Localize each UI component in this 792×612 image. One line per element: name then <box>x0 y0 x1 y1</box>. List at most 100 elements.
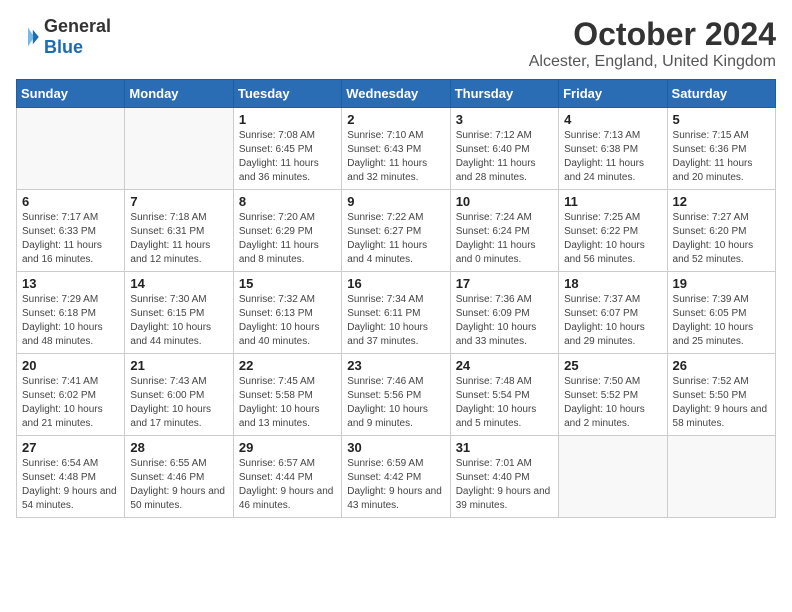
day-number: 2 <box>347 112 444 127</box>
day-number: 15 <box>239 276 336 291</box>
day-info: Sunrise: 7:30 AMSunset: 6:15 PMDaylight:… <box>130 293 227 349</box>
day-number: 20 <box>22 358 119 373</box>
calendar-day-cell: 5 Sunrise: 7:15 AMSunset: 6:36 PMDaylight… <box>667 108 775 190</box>
day-info: Sunrise: 7:48 AMSunset: 5:54 PMDaylight:… <box>456 375 553 431</box>
day-info: Sunrise: 7:32 AMSunset: 6:13 PMDaylight:… <box>239 293 336 349</box>
calendar-week-row: 27 Sunrise: 6:54 AMSunset: 4:48 PMDayligh… <box>17 436 776 518</box>
location-title: Alcester, England, United Kingdom <box>529 53 776 71</box>
day-info: Sunrise: 7:13 AMSunset: 6:38 PMDaylight:… <box>564 129 661 185</box>
day-number: 11 <box>564 194 661 209</box>
day-number: 12 <box>673 194 770 209</box>
day-info: Sunrise: 7:20 AMSunset: 6:29 PMDaylight:… <box>239 211 336 267</box>
day-info: Sunrise: 6:54 AMSunset: 4:48 PMDaylight:… <box>22 457 119 513</box>
day-info: Sunrise: 7:39 AMSunset: 6:05 PMDaylight:… <box>673 293 770 349</box>
calendar-day-cell <box>559 436 667 518</box>
weekday-header: Thursday <box>450 80 558 108</box>
day-info: Sunrise: 6:59 AMSunset: 4:42 PMDaylight:… <box>347 457 444 513</box>
calendar-header-row: SundayMondayTuesdayWednesdayThursdayFrid… <box>17 80 776 108</box>
calendar-day-cell: 16Sunrise: 7:34 AMSunset: 6:11 PMDayligh… <box>342 272 450 354</box>
day-number: 23 <box>347 358 444 373</box>
calendar-day-cell: 1Sunrise: 7:08 AMSunset: 6:45 PMDaylight… <box>233 108 341 190</box>
logo-blue: Blue <box>44 37 83 57</box>
day-number: 7 <box>130 194 227 209</box>
calendar-day-cell: 10Sunrise: 7:24 AMSunset: 6:24 PMDayligh… <box>450 190 558 272</box>
weekday-header: Tuesday <box>233 80 341 108</box>
day-number: 13 <box>22 276 119 291</box>
day-number: 14 <box>130 276 227 291</box>
day-info: Sunrise: 7:50 AMSunset: 5:52 PMDaylight:… <box>564 375 661 431</box>
day-number: 25 <box>564 358 661 373</box>
day-info: Sunrise: 7:15 AMSunset: 6:36 PMDaylight:… <box>673 129 770 185</box>
day-number: 16 <box>347 276 444 291</box>
calendar-day-cell: 18Sunrise: 7:37 AMSunset: 6:07 PMDayligh… <box>559 272 667 354</box>
day-info: Sunrise: 7:45 AMSunset: 5:58 PMDaylight:… <box>239 375 336 431</box>
calendar-day-cell <box>667 436 775 518</box>
calendar-body: 1Sunrise: 7:08 AMSunset: 6:45 PMDaylight… <box>17 108 776 518</box>
calendar-day-cell: 21 Sunrise: 7:43 AMSunset: 6:00 PMDayligh… <box>125 354 233 436</box>
day-number: 19 <box>673 276 770 291</box>
logo: General Blue <box>16 16 111 58</box>
calendar-day-cell: 2Sunrise: 7:10 AMSunset: 6:43 PMDaylight… <box>342 108 450 190</box>
calendar-day-cell: 28 Sunrise: 6:55 AMSunset: 4:46 PMDayligh… <box>125 436 233 518</box>
day-number: 3 <box>456 112 553 127</box>
calendar-week-row: 1Sunrise: 7:08 AMSunset: 6:45 PMDaylight… <box>17 108 776 190</box>
day-info: Sunrise: 7:27 AMSunset: 6:20 PMDaylight:… <box>673 211 770 267</box>
weekday-header: Wednesday <box>342 80 450 108</box>
day-number: 24 <box>456 358 553 373</box>
page-header: General Blue October 2024 Alcester, Engl… <box>16 16 776 71</box>
calendar-day-cell <box>17 108 125 190</box>
logo-icon <box>16 25 40 49</box>
calendar-day-cell: 22 Sunrise: 7:45 AMSunset: 5:58 PMDayligh… <box>233 354 341 436</box>
calendar-day-cell <box>125 108 233 190</box>
day-number: 4 <box>564 112 661 127</box>
calendar-day-cell: 11 Sunrise: 7:25 AMSunset: 6:22 PMDayligh… <box>559 190 667 272</box>
calendar-week-row: 20 Sunrise: 7:41 AMSunset: 6:02 PMDayligh… <box>17 354 776 436</box>
day-number: 27 <box>22 440 119 455</box>
day-info: Sunrise: 7:22 AMSunset: 6:27 PMDaylight:… <box>347 211 444 267</box>
title-block: October 2024 Alcester, England, United K… <box>529 16 776 71</box>
day-info: Sunrise: 7:25 AMSunset: 6:22 PMDaylight:… <box>564 211 661 267</box>
day-info: Sunrise: 7:41 AMSunset: 6:02 PMDaylight:… <box>22 375 119 431</box>
calendar-day-cell: 9 Sunrise: 7:22 AMSunset: 6:27 PMDaylight… <box>342 190 450 272</box>
calendar-day-cell: 12 Sunrise: 7:27 AMSunset: 6:20 PMDayligh… <box>667 190 775 272</box>
day-info: Sunrise: 6:55 AMSunset: 4:46 PMDaylight:… <box>130 457 227 513</box>
weekday-header: Sunday <box>17 80 125 108</box>
day-info: Sunrise: 7:01 AMSunset: 4:40 PMDaylight:… <box>456 457 553 513</box>
weekday-header: Monday <box>125 80 233 108</box>
weekday-header: Friday <box>559 80 667 108</box>
day-number: 8 <box>239 194 336 209</box>
calendar-day-cell: 31 Sunrise: 7:01 AMSunset: 4:40 PMDayligh… <box>450 436 558 518</box>
calendar-week-row: 6Sunrise: 7:17 AMSunset: 6:33 PMDaylight… <box>17 190 776 272</box>
day-number: 31 <box>456 440 553 455</box>
day-number: 26 <box>673 358 770 373</box>
day-number: 22 <box>239 358 336 373</box>
calendar-day-cell: 29Sunrise: 6:57 AMSunset: 4:44 PMDayligh… <box>233 436 341 518</box>
calendar-day-cell: 14 Sunrise: 7:30 AMSunset: 6:15 PMDayligh… <box>125 272 233 354</box>
calendar-day-cell: 23 Sunrise: 7:46 AMSunset: 5:56 PMDayligh… <box>342 354 450 436</box>
day-number: 5 <box>673 112 770 127</box>
calendar-day-cell: 27 Sunrise: 6:54 AMSunset: 4:48 PMDayligh… <box>17 436 125 518</box>
day-number: 10 <box>456 194 553 209</box>
day-info: Sunrise: 7:43 AMSunset: 6:00 PMDaylight:… <box>130 375 227 431</box>
day-number: 9 <box>347 194 444 209</box>
day-number: 21 <box>130 358 227 373</box>
day-info: Sunrise: 7:12 AMSunset: 6:40 PMDaylight:… <box>456 129 553 185</box>
day-info: Sunrise: 7:46 AMSunset: 5:56 PMDaylight:… <box>347 375 444 431</box>
month-title: October 2024 <box>529 16 776 53</box>
calendar-day-cell: 6Sunrise: 7:17 AMSunset: 6:33 PMDaylight… <box>17 190 125 272</box>
calendar-table: SundayMondayTuesdayWednesdayThursdayFrid… <box>16 79 776 518</box>
day-info: Sunrise: 7:36 AMSunset: 6:09 PMDaylight:… <box>456 293 553 349</box>
calendar-day-cell: 24 Sunrise: 7:48 AMSunset: 5:54 PMDayligh… <box>450 354 558 436</box>
day-number: 1 <box>239 112 336 127</box>
calendar-day-cell: 20 Sunrise: 7:41 AMSunset: 6:02 PMDayligh… <box>17 354 125 436</box>
weekday-header: Saturday <box>667 80 775 108</box>
logo-general: General <box>44 16 111 36</box>
calendar-day-cell: 17 Sunrise: 7:36 AMSunset: 6:09 PMDayligh… <box>450 272 558 354</box>
day-number: 30 <box>347 440 444 455</box>
day-number: 28 <box>130 440 227 455</box>
day-info: Sunrise: 7:17 AMSunset: 6:33 PMDaylight:… <box>22 211 119 267</box>
calendar-day-cell: 30 Sunrise: 6:59 AMSunset: 4:42 PMDayligh… <box>342 436 450 518</box>
calendar-day-cell: 4 Sunrise: 7:13 AMSunset: 6:38 PMDaylight… <box>559 108 667 190</box>
day-number: 17 <box>456 276 553 291</box>
calendar-day-cell: 19 Sunrise: 7:39 AMSunset: 6:05 PMDayligh… <box>667 272 775 354</box>
